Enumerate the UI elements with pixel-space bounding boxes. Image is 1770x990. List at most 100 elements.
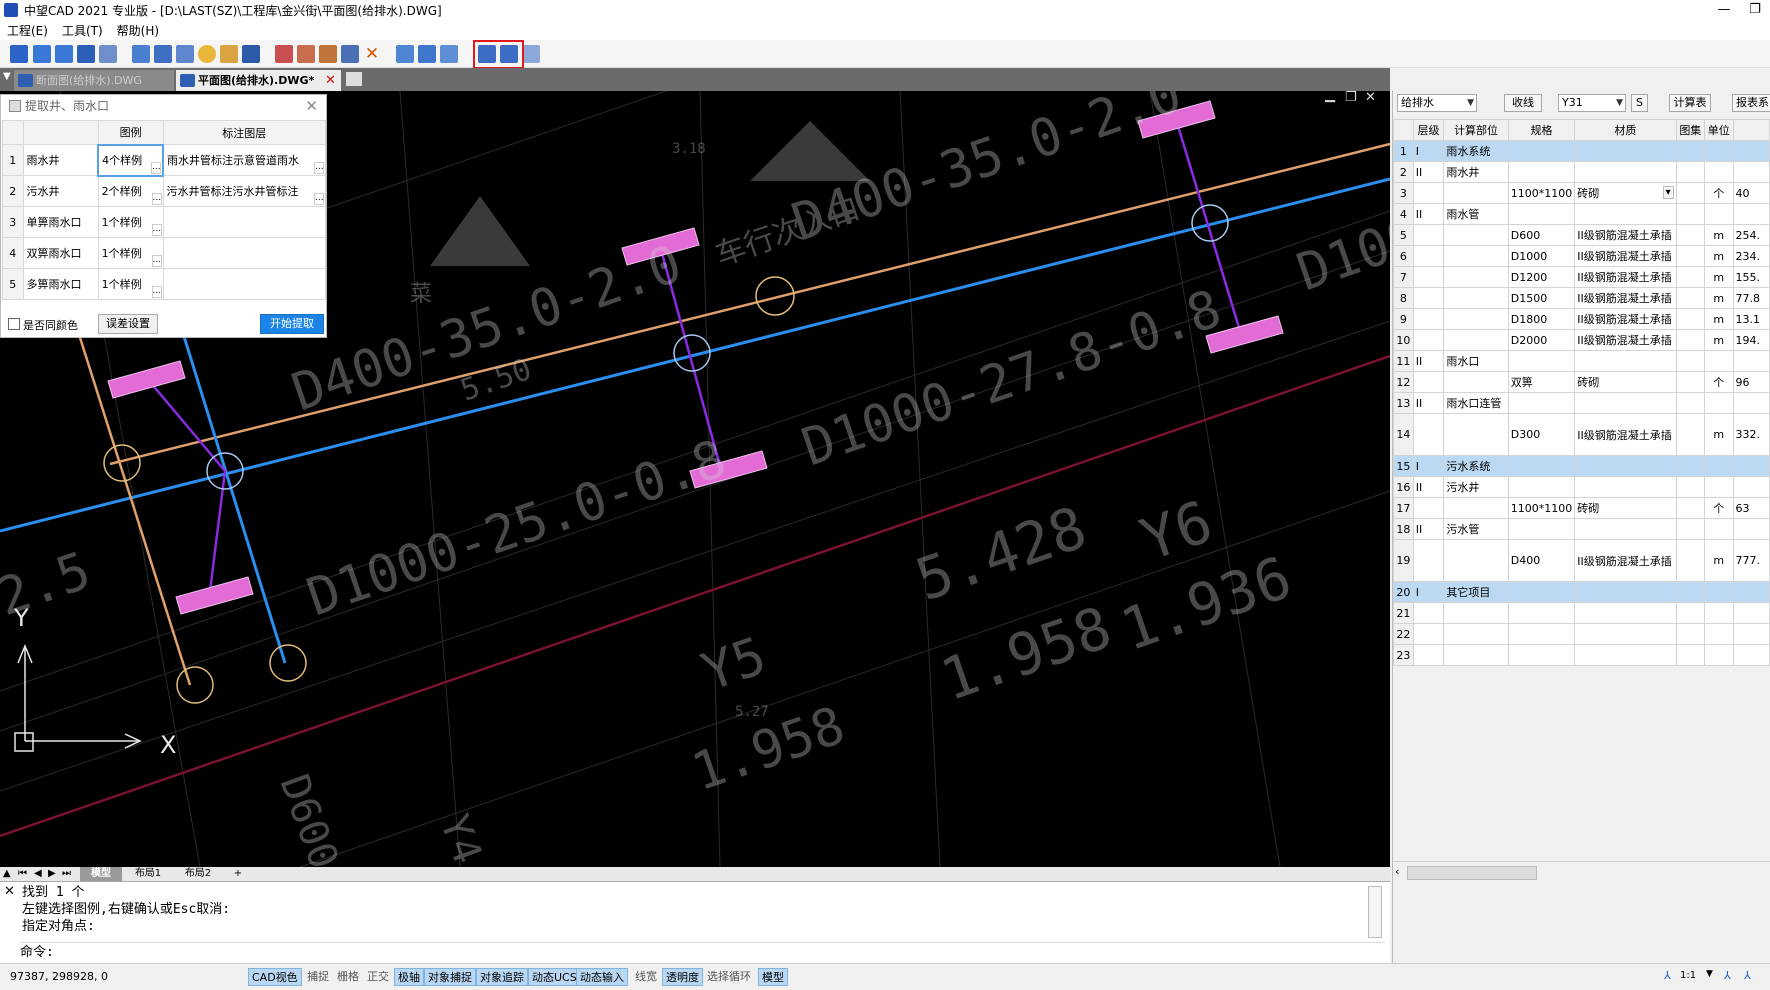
table-row[interactable]: 2 II 雨水井: [1393, 161, 1770, 183]
row-atlas[interactable]: [1675, 539, 1706, 582]
tab-model[interactable]: 模型: [80, 867, 122, 881]
row-quantity[interactable]: 40: [1732, 182, 1770, 204]
table-row[interactable]: 12 双箅 砖砌 个 96: [1393, 371, 1770, 393]
row-atlas[interactable]: [1675, 329, 1706, 351]
row-unit[interactable]: m: [1704, 329, 1734, 351]
next-layout-icon[interactable]: ▶: [48, 867, 56, 881]
row-unit[interactable]: m: [1704, 287, 1734, 309]
row-material[interactable]: [1574, 203, 1677, 225]
row-level[interactable]: II: [1412, 476, 1445, 498]
legend-cell[interactable]: 4个样例...: [97, 143, 165, 177]
row-spec[interactable]: 双箅: [1507, 371, 1576, 393]
row-part[interactable]: [1443, 308, 1509, 330]
row-level[interactable]: [1412, 413, 1445, 456]
distribute-icon[interactable]: [319, 45, 337, 63]
row-unit[interactable]: [1704, 455, 1734, 477]
row-part[interactable]: [1443, 329, 1509, 351]
table-icon[interactable]: [522, 45, 540, 63]
row-spec[interactable]: 1100*1100: [1507, 497, 1576, 519]
row-quantity[interactable]: 63: [1732, 497, 1770, 519]
row-atlas[interactable]: [1675, 518, 1706, 540]
row-atlas[interactable]: [1675, 455, 1706, 477]
row-level[interactable]: II: [1412, 392, 1445, 414]
row-spec[interactable]: [1507, 350, 1576, 372]
report-button[interactable]: 报表系: [1732, 94, 1770, 112]
row-quantity[interactable]: 254.: [1732, 224, 1770, 246]
row-part[interactable]: 雨水口连管: [1443, 392, 1509, 414]
table-row[interactable]: 6 D1000 II级钢筋混凝土承插 m 234.: [1393, 245, 1770, 267]
tab-layout2[interactable]: 布局2: [176, 867, 220, 881]
row-level[interactable]: [1412, 644, 1445, 666]
row-level[interactable]: II: [1412, 350, 1445, 372]
row-unit[interactable]: 个: [1704, 371, 1734, 393]
move-icon[interactable]: [176, 45, 194, 63]
table-row[interactable]: 8 D1500 II级钢筋混凝土承插 m 77.8: [1393, 287, 1770, 309]
canvas-restore-icon[interactable]: ❐: [1345, 91, 1357, 105]
row-atlas[interactable]: [1675, 161, 1706, 183]
layer-icon[interactable]: [154, 45, 172, 63]
row-level[interactable]: [1412, 245, 1445, 267]
row-level[interactable]: II: [1412, 518, 1445, 540]
row-level[interactable]: [1412, 602, 1445, 624]
row-material[interactable]: II级钢筋混凝土承插: [1574, 224, 1677, 246]
status-selection-cycle[interactable]: 选择循环: [704, 968, 754, 986]
start-extract-button[interactable]: 开始提取: [260, 314, 324, 334]
bulb-icon[interactable]: [198, 45, 216, 63]
row-quantity[interactable]: 777.: [1732, 539, 1770, 582]
panel-scrollbar[interactable]: ‹: [1393, 861, 1770, 883]
row-part[interactable]: [1443, 602, 1509, 624]
row-material[interactable]: [1574, 602, 1677, 624]
table-row[interactable]: 13 II 雨水口连管: [1393, 392, 1770, 414]
row-part[interactable]: [1443, 644, 1509, 666]
row-spec[interactable]: D1200: [1507, 266, 1576, 288]
new-tab-icon[interactable]: [346, 72, 362, 86]
row-atlas[interactable]: [1675, 497, 1706, 519]
calc-table-button[interactable]: 计算表: [1669, 94, 1711, 112]
row-spec[interactable]: 1100*1100: [1507, 182, 1576, 204]
table-row[interactable]: 18 II 污水管: [1393, 518, 1770, 540]
restore-button[interactable]: ❐: [1744, 1, 1766, 19]
row-level[interactable]: [1412, 182, 1445, 204]
table-row[interactable]: 22: [1393, 623, 1770, 645]
tab-section-drawing[interactable]: 断面图(给排水).DWG: [14, 70, 174, 91]
first-layout-icon[interactable]: ⏮: [18, 867, 27, 881]
row-spec[interactable]: [1507, 476, 1576, 498]
material-dropdown-icon[interactable]: ▾: [1662, 186, 1674, 199]
row-part[interactable]: 雨水管: [1443, 203, 1509, 225]
row-material[interactable]: [1574, 476, 1677, 498]
legend-cell[interactable]: 1个样例...: [97, 206, 164, 238]
row-spec[interactable]: [1507, 161, 1576, 183]
redo-icon[interactable]: [55, 45, 73, 63]
row-unit[interactable]: 个: [1704, 182, 1734, 204]
row-level[interactable]: II: [1412, 161, 1445, 183]
menu-project[interactable]: 工程(E): [0, 22, 55, 39]
layer-cell[interactable]: 污水井管标注污水井管标注...: [162, 175, 327, 207]
row-spec[interactable]: [1507, 581, 1576, 603]
row-atlas[interactable]: [1675, 476, 1706, 498]
browse-button[interactable]: ...: [151, 286, 162, 298]
row-spec[interactable]: [1507, 203, 1576, 225]
row-part[interactable]: 雨水井: [1443, 161, 1509, 183]
dialog-close-icon[interactable]: ✕: [305, 95, 318, 118]
last-layout-icon[interactable]: ⏭: [62, 867, 71, 881]
status-model[interactable]: 模型: [758, 968, 788, 986]
browse-button[interactable]: ...: [314, 193, 324, 205]
row-spec[interactable]: [1507, 140, 1576, 162]
row-unit[interactable]: [1704, 392, 1734, 414]
row-level[interactable]: [1412, 497, 1445, 519]
row-quantity[interactable]: [1732, 161, 1770, 183]
row-part[interactable]: [1443, 245, 1509, 267]
row-quantity[interactable]: 13.1: [1732, 308, 1770, 330]
table-row[interactable]: 14 D300 II级钢筋混凝土承插 m 332.: [1393, 413, 1770, 456]
status-osnap[interactable]: 对象捕捉: [424, 968, 476, 986]
row-material[interactable]: II级钢筋混凝土承插: [1574, 287, 1677, 309]
row-part[interactable]: [1443, 287, 1509, 309]
scale-dropdown-icon[interactable]: ▼: [1706, 969, 1713, 979]
scale-readout[interactable]: 1:1: [1680, 970, 1696, 981]
row-unit[interactable]: [1704, 644, 1734, 666]
tolerance-settings-button[interactable]: 误差设置: [98, 314, 158, 334]
row-unit[interactable]: 个: [1704, 497, 1734, 519]
row-quantity[interactable]: [1732, 602, 1770, 624]
row-spec[interactable]: D1500: [1507, 287, 1576, 309]
row-material[interactable]: II级钢筋混凝土承插: [1574, 329, 1677, 351]
